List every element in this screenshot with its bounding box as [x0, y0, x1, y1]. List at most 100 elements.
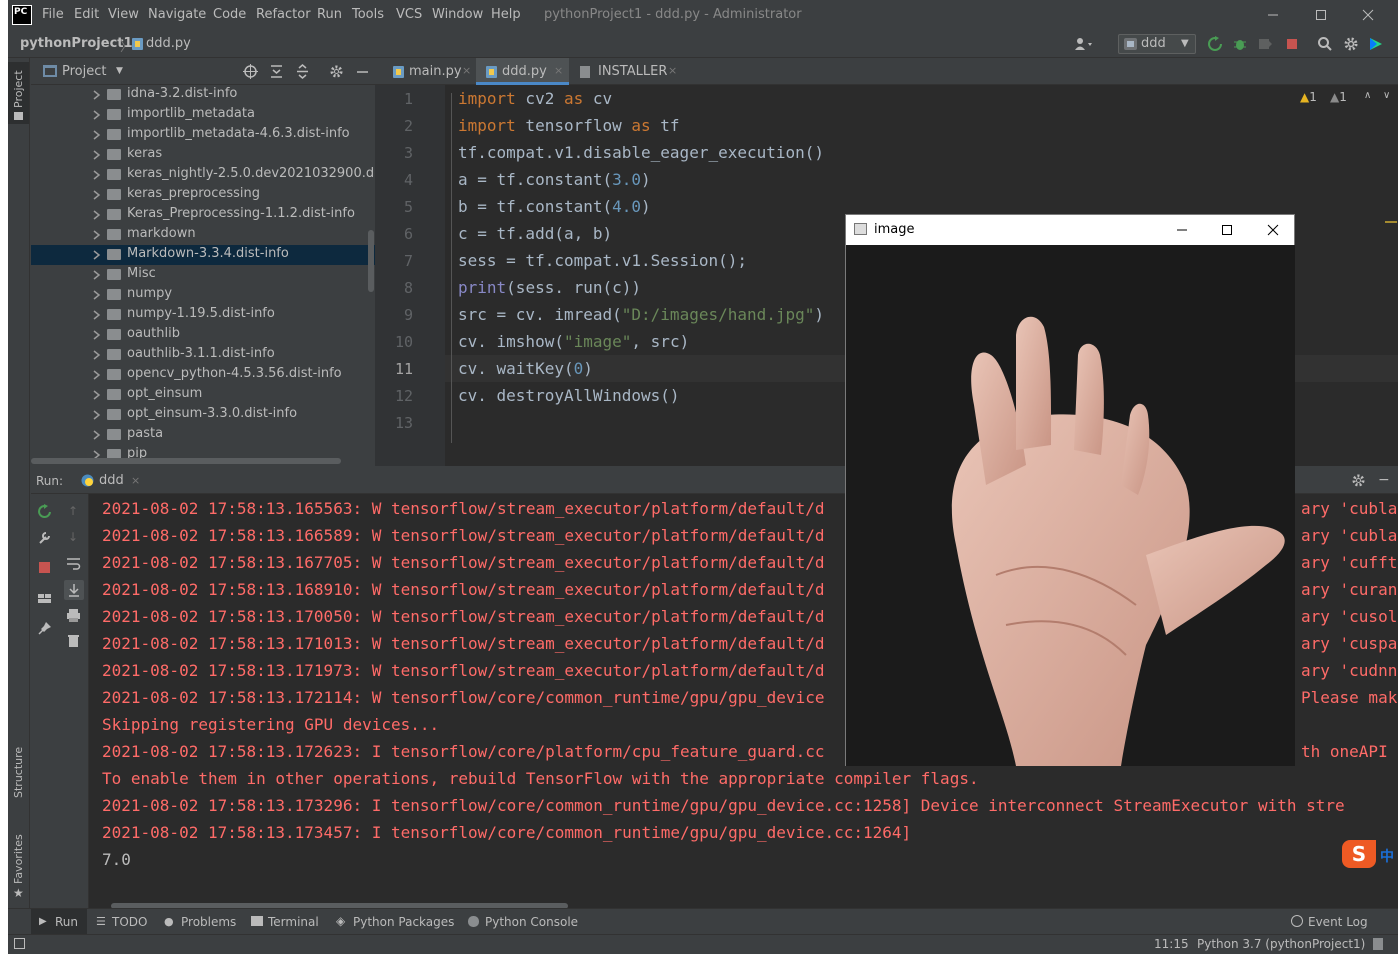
chevron-right-icon[interactable]	[91, 109, 101, 121]
event-log-button[interactable]: Event Log	[1291, 909, 1371, 935]
ime-indicator[interactable]: S 中	[1342, 840, 1400, 868]
tree-item[interactable]: keras_preprocessing	[31, 185, 375, 205]
stop-icon[interactable]	[38, 561, 51, 574]
chevron-right-icon[interactable]	[91, 269, 101, 281]
tree-item[interactable]: oauthlib-3.1.1.dist-info	[31, 345, 375, 365]
menu-window[interactable]: Window	[432, 7, 483, 22]
close-tab-icon[interactable]: ×	[131, 474, 140, 487]
tree-item[interactable]: Misc	[31, 265, 375, 285]
tree-scrollbar[interactable]	[368, 230, 374, 292]
tree-item[interactable]: oauthlib	[31, 325, 375, 345]
tree-item[interactable]: keras_nightly-2.5.0.dev2021032900.dist-i…	[31, 165, 375, 185]
trash-icon[interactable]	[67, 633, 80, 648]
pin-icon[interactable]	[37, 621, 52, 636]
hide-panel-icon[interactable]	[355, 64, 370, 79]
chevron-right-icon[interactable]	[91, 149, 101, 161]
maximize-icon[interactable]	[1217, 220, 1237, 240]
rerun-icon[interactable]	[1207, 36, 1223, 52]
bottom-tab-run[interactable]: ▶ Run	[31, 909, 87, 935]
tree-item[interactable]: markdown	[31, 225, 375, 245]
bottom-tab-problems[interactable]: ● Problems	[164, 909, 244, 935]
menu-help[interactable]: Help	[491, 7, 521, 22]
chevron-right-icon[interactable]	[91, 309, 101, 321]
coverage-icon[interactable]	[1257, 36, 1273, 52]
tree-item[interactable]: importlib_metadata	[31, 105, 375, 125]
menu-vcs[interactable]: VCS	[396, 7, 422, 22]
menu-edit[interactable]: Edit	[74, 7, 99, 22]
project-stripe-button[interactable]: Project	[8, 62, 29, 124]
arrow-down-icon[interactable]: ↓	[68, 530, 78, 544]
weak-warning-indicator[interactable]: ▲1	[1330, 90, 1347, 104]
tree-item[interactable]: keras	[31, 145, 375, 165]
chevron-right-icon[interactable]	[91, 189, 101, 201]
chevron-right-icon[interactable]	[91, 429, 101, 441]
tree-item[interactable]: Keras_Preprocessing-1.1.2.dist-info	[31, 205, 375, 225]
breadcrumb-project[interactable]: pythonProject1	[20, 36, 133, 51]
debug-icon[interactable]	[1232, 36, 1248, 52]
tree-item[interactable]: idna-3.2.dist-info	[31, 85, 375, 105]
chevron-right-icon[interactable]	[91, 169, 101, 181]
arrow-up-icon[interactable]: ↑	[68, 504, 78, 518]
close-icon[interactable]	[1263, 220, 1283, 240]
tree-item[interactable]: pasta	[31, 425, 375, 445]
run-configuration-select[interactable]: ddd ▼	[1118, 34, 1196, 54]
maximize-icon[interactable]	[1311, 5, 1331, 25]
menu-refactor[interactable]: Refactor	[256, 7, 311, 22]
tree-item[interactable]: opt_einsum	[31, 385, 375, 405]
user-icon[interactable]	[1074, 36, 1092, 52]
chevron-right-icon[interactable]	[91, 389, 101, 401]
menu-view[interactable]: View	[108, 7, 139, 22]
bottom-tab-todo[interactable]: ☰ TODO	[96, 909, 156, 935]
chevron-right-icon[interactable]	[91, 249, 101, 261]
tree-item[interactable]: opt_einsum-3.3.0.dist-info	[31, 405, 375, 425]
run-settings-gear-icon[interactable]	[1351, 473, 1366, 488]
tree-item[interactable]: opencv_python-4.5.3.56.dist-info	[31, 365, 375, 385]
chevron-right-icon[interactable]	[91, 409, 101, 421]
minimize-icon[interactable]	[1263, 5, 1283, 25]
print-icon[interactable]	[66, 608, 81, 623]
chevron-right-icon[interactable]	[91, 289, 101, 301]
chevron-up-icon[interactable]: ∧	[1364, 90, 1371, 101]
search-icon[interactable]	[1317, 36, 1333, 52]
tree-item[interactable]: Markdown-3.3.4.dist-info	[31, 245, 375, 265]
expand-all-icon[interactable]	[269, 64, 284, 79]
tree-item[interactable]: importlib_metadata-4.6.3.dist-info	[31, 125, 375, 145]
tree-item[interactable]: numpy-1.19.5.dist-info	[31, 305, 375, 325]
tree-horizontal-scrollbar[interactable]	[31, 458, 341, 464]
jetbrains-toolbox-icon[interactable]	[1368, 36, 1384, 52]
collapse-all-icon[interactable]	[295, 64, 310, 79]
run-tab-label[interactable]: ddd	[99, 473, 124, 488]
tree-item[interactable]: numpy	[31, 285, 375, 305]
close-tab-icon[interactable]: ×	[668, 64, 677, 77]
menu-file[interactable]: File	[42, 7, 64, 22]
rerun-icon[interactable]	[37, 504, 52, 519]
lock-icon[interactable]	[1373, 938, 1383, 950]
chevron-down-icon[interactable]: ▼	[116, 66, 123, 76]
chevron-right-icon[interactable]	[91, 349, 101, 361]
close-tab-icon[interactable]: ×	[554, 64, 563, 77]
close-tab-icon[interactable]: ×	[462, 64, 471, 77]
chevron-right-icon[interactable]	[91, 89, 101, 101]
close-icon[interactable]	[1358, 5, 1378, 25]
tab-installer[interactable]: INSTALLER ×	[572, 58, 682, 85]
stop-icon[interactable]	[1284, 36, 1300, 52]
chevron-right-icon[interactable]	[91, 129, 101, 141]
menu-run[interactable]: Run	[317, 7, 342, 22]
chevron-down-icon[interactable]: ∨	[1383, 90, 1390, 101]
chevron-right-icon[interactable]	[91, 369, 101, 381]
locate-icon[interactable]	[243, 64, 258, 79]
warning-indicator[interactable]: ▲1	[1300, 90, 1317, 104]
project-panel-title[interactable]: Project	[62, 64, 106, 79]
menu-tools[interactable]: Tools	[352, 7, 384, 22]
bottom-tab-terminal[interactable]: Terminal	[251, 909, 331, 935]
bottom-tab-python-packages[interactable]: ◈ Python Packages	[336, 909, 456, 935]
hide-run-icon[interactable]: −	[1378, 472, 1390, 488]
settings-gear-icon[interactable]	[1343, 36, 1359, 52]
bottom-tab-python-console[interactable]: Python Console	[468, 909, 588, 935]
soft-wrap-icon[interactable]	[66, 556, 81, 571]
interpreter-status[interactable]: Python 3.7 (pythonProject1)	[1197, 937, 1365, 951]
toggle-tool-windows-icon[interactable]	[14, 938, 25, 949]
minimize-icon[interactable]	[1172, 220, 1192, 240]
caret-position[interactable]: 11:15	[1154, 937, 1189, 951]
menu-navigate[interactable]: Navigate	[148, 7, 206, 22]
